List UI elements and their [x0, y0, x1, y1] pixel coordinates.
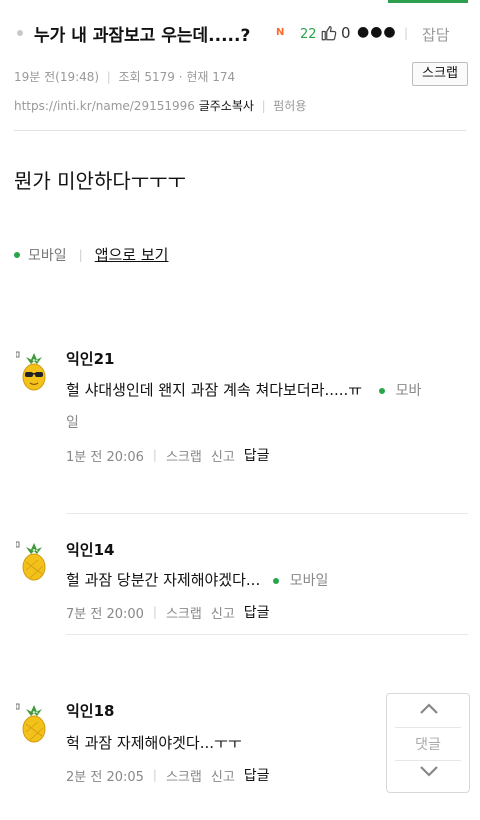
comment-reply-button[interactable]: 답글 — [244, 765, 270, 785]
comment-jump-label[interactable]: 댓글 — [387, 734, 469, 754]
chevron-down-icon[interactable] — [418, 764, 440, 778]
separator: | — [257, 99, 270, 113]
comment-item: 익인21 헐 샤대생인데 왠지 과잠 계속 쳐다보더라.....ㅠ 모바 일 1… — [0, 345, 480, 514]
comment-time: 7분 전 20:00 — [66, 606, 144, 622]
separator: | — [152, 605, 157, 619]
separator: | — [78, 247, 83, 262]
mobile-dot-icon — [273, 577, 279, 584]
permission-label: 펌허용 — [273, 99, 307, 113]
comment-reply-button[interactable]: 답글 — [244, 602, 270, 622]
more-options-icon[interactable]: ●●● — [357, 24, 397, 40]
comment-text: 헉 과잠 자제해야겟다...ㅜㅜ — [66, 734, 242, 752]
comment-count[interactable]: 22 — [300, 27, 317, 42]
comment-scrap-button[interactable]: 스크랩 — [166, 446, 202, 465]
mobile-dot-icon — [378, 387, 385, 394]
comment-mobile-tail: 일 — [66, 415, 79, 431]
comment-text: 헐 과잠 당분간 자제해야겠다... — [66, 571, 261, 589]
top-accent-bar — [388, 0, 468, 3]
post-footer: 모바일 | 앱으로 보기 — [14, 244, 168, 265]
pineapple-avatar-icon — [16, 541, 46, 581]
mobile-label: 모바일 — [28, 247, 67, 264]
post-title[interactable]: 누가 내 과잠보고 우는데.....? — [34, 21, 250, 46]
title-bullet-icon — [17, 30, 23, 36]
post-body: 뭔가 미안하다ㅜㅜㅜ — [14, 169, 186, 193]
comment-item: 익인14 헐 과잠 당분간 자제해야겠다... 모바일 7분 전 20:00 |… — [0, 536, 480, 656]
chevron-up-icon[interactable] — [418, 702, 440, 716]
comment-divider — [66, 634, 468, 635]
comment-time: 1분 전 20:06 — [66, 449, 144, 465]
post-meta: 19분 전(19:48) | 조회 5179 · 현재 174 — [14, 68, 235, 85]
comment-footer: 7분 전 20:00 | 스크랩 신고 답글 — [66, 602, 270, 622]
pineapple-sunglasses-avatar-icon — [16, 351, 46, 391]
comment-report-button[interactable]: 신고 — [211, 766, 235, 785]
category-label[interactable]: 잡담 — [422, 24, 450, 45]
comment-report-button[interactable]: 신고 — [211, 603, 235, 622]
comment-time: 2분 전 20:05 — [66, 769, 144, 785]
comment-text: 헐 샤대생인데 왠지 과잠 계속 쳐다보더라.....ㅠ — [66, 381, 363, 399]
separator: | — [152, 448, 157, 462]
like-count: 0 — [341, 24, 351, 42]
comment-navigator: 댓글 — [386, 693, 470, 793]
comment-reply-button[interactable]: 답글 — [244, 445, 270, 465]
separator: | — [404, 26, 409, 40]
new-badge: N — [276, 27, 285, 38]
copy-url-button[interactable]: 글주소복사 — [199, 99, 254, 113]
comment-scrap-button[interactable]: 스크랩 — [166, 603, 202, 622]
comment-text-line: 헐 샤대생인데 왠지 과잠 계속 쳐다보더라.....ㅠ 모바 — [66, 379, 421, 400]
separator: | — [102, 70, 115, 84]
thumbs-up-icon[interactable] — [320, 24, 338, 42]
separator: | — [152, 768, 157, 782]
comment-mobile-label: 모바 — [395, 383, 422, 399]
comment-mobile-label: 모바일 — [289, 573, 329, 589]
comment-footer: 2분 전 20:05 | 스크랩 신고 답글 — [66, 765, 270, 785]
comment-author: 익인21 — [66, 350, 115, 368]
url-row: https://inti.kr/name/29151996 글주소복사 | 펌허… — [14, 97, 306, 114]
comment-author: 익인14 — [66, 541, 115, 559]
navigator-divider — [395, 760, 461, 761]
post-views: 조회 5179 · 현재 174 — [118, 70, 236, 84]
comment-divider — [66, 513, 468, 514]
navigator-divider — [395, 727, 461, 728]
comment-scrap-button[interactable]: 스크랩 — [166, 766, 202, 785]
header-divider — [14, 130, 466, 131]
open-app-link[interactable]: 앱으로 보기 — [95, 244, 169, 265]
post-time: 19분 전(19:48) — [14, 70, 100, 84]
comment-text-line: 헐 과잠 당분간 자제해야겠다... 모바일 — [66, 569, 328, 590]
comment-footer: 1분 전 20:06 | 스크랩 신고 답글 — [66, 445, 270, 465]
comment-report-button[interactable]: 신고 — [211, 446, 235, 465]
pineapple-avatar-icon — [16, 703, 46, 743]
comment-author: 익인18 — [66, 702, 115, 720]
scrap-button[interactable]: 스크랩 — [412, 62, 468, 86]
mobile-dot-icon — [14, 251, 20, 258]
post-url: https://inti.kr/name/29151996 — [14, 99, 195, 113]
